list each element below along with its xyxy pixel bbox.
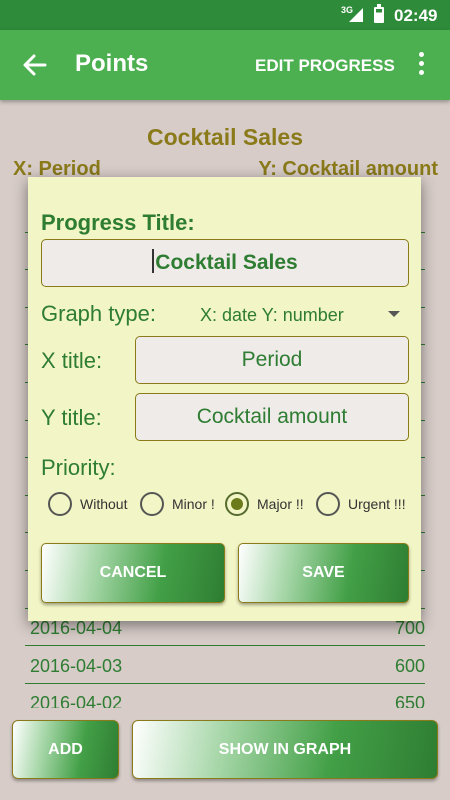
priority-label: Priority: [41,455,116,480]
dropdown-arrow-icon [388,311,400,317]
app-bar: Points EDIT PROGRESS [0,30,450,100]
edit-progress-dialog: Progress Title: Cocktail Sales Graph typ… [28,177,421,621]
radio-circle [48,492,72,516]
list-item[interactable]: 2016-04-02 650 [25,684,425,708]
point-date: 2016-04-04 [30,618,123,639]
radio-circle-selected [225,492,249,516]
x-title-input[interactable]: Period [135,336,409,384]
graph-type-value: X: date Y: number [200,305,344,325]
point-date: 2016-04-03 [30,655,123,676]
battery-icon [374,4,384,23]
progress-title-label: Progress Title: [41,210,195,235]
text-cursor [152,249,155,273]
point-value: 600 [394,655,425,676]
y-title-label: Y title: [41,405,102,430]
point-value: 700 [394,618,425,639]
x-title-label: X title: [41,348,103,373]
priority-radio-group: Without Minor ! Major !! Urgent !!! [48,490,418,518]
point-value: 650 [394,693,425,708]
edit-progress-button[interactable]: EDIT PROGRESS [255,56,395,76]
status-bar: 3G 02:49 [0,0,450,30]
point-date: 2016-04-02 [30,693,123,708]
show-in-graph-button[interactable]: SHOW IN GRAPH [132,720,438,779]
y-title-input[interactable]: Cocktail amount [135,393,409,441]
save-button[interactable]: SAVE [238,543,409,603]
add-button[interactable]: ADD [12,720,119,779]
more-options-icon[interactable] [414,50,428,80]
page-title: Points [75,50,149,77]
radio-circle [316,492,340,516]
progress-title: Cocktail Sales [147,124,303,150]
graph-type-select[interactable]: X: date Y: number [200,305,405,325]
cancel-button[interactable]: CANCEL [41,543,225,603]
clock: 02:49 [394,6,438,25]
graph-type-label: Graph type: [41,301,156,326]
progress-title-value: Cocktail Sales [155,251,298,274]
signal-icon [349,8,363,22]
list-item[interactable]: 2016-04-03 600 [25,646,425,684]
radio-circle [140,492,164,516]
progress-title-input[interactable]: Cocktail Sales [41,239,409,287]
back-arrow-icon[interactable] [20,50,50,80]
